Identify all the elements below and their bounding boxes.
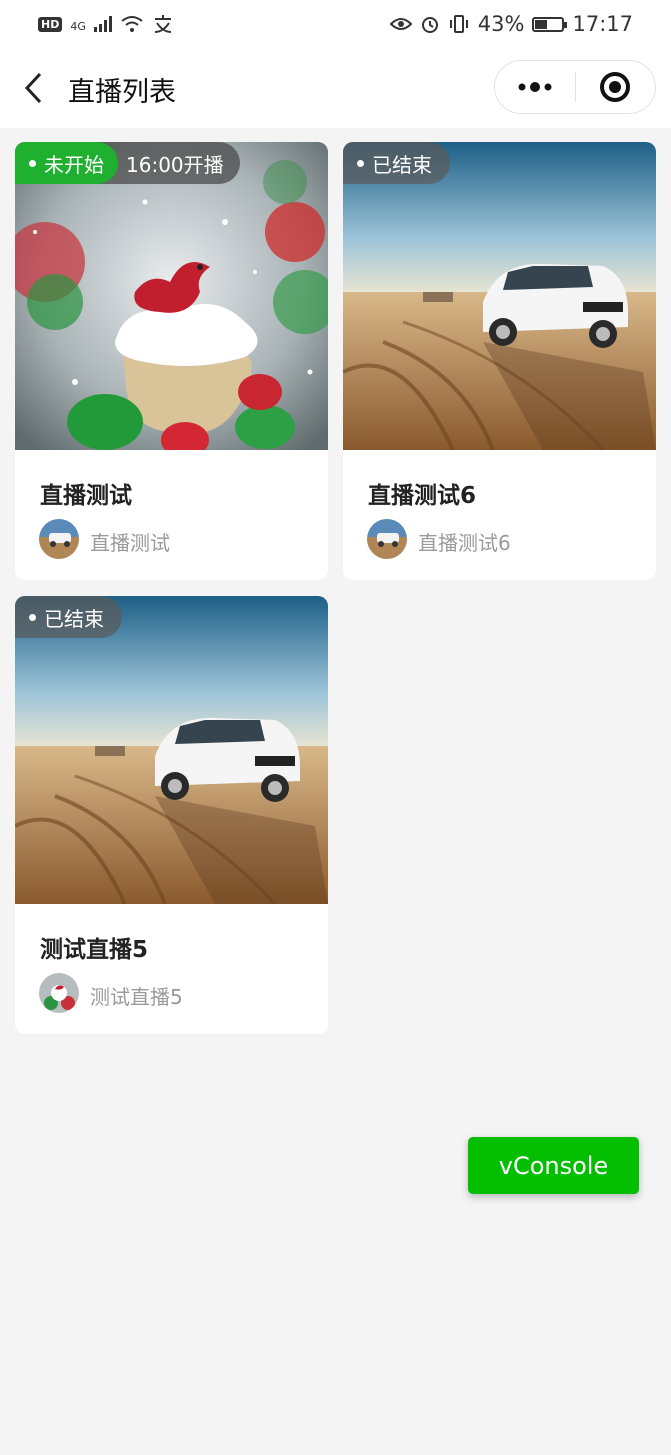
status-text: 未开始 <box>44 152 104 177</box>
anchor-avatar <box>39 519 79 559</box>
anchor-avatar <box>39 973 79 1013</box>
pay-icon <box>154 15 171 33</box>
anchor-name: 直播测试6 <box>418 531 511 555</box>
status-badge: 未开始 16:00开播 <box>15 142 240 184</box>
live-title: 直播测试 <box>40 483 132 509</box>
anchor-avatar <box>367 519 407 559</box>
eye-icon <box>389 18 412 30</box>
vibrate-icon <box>449 15 468 33</box>
close-button[interactable] <box>576 60 655 114</box>
status-dot-icon <box>357 159 364 167</box>
live-card[interactable]: 已结束 测试直播5 测试直播5 <box>15 596 328 1034</box>
target-close-icon <box>600 72 631 102</box>
live-card[interactable]: 已结束 直播测试6 直播测试6 <box>343 142 656 580</box>
status-text: 已结束 <box>372 152 432 177</box>
status-badge: 已结束 <box>15 596 122 638</box>
status-dot-icon <box>29 613 36 621</box>
battery-percent: 43% <box>477 12 525 36</box>
clock: 17:17 <box>572 12 633 36</box>
chevron-left-icon[interactable] <box>22 72 46 104</box>
status-dot-icon <box>29 159 36 167</box>
wifi-icon <box>121 16 143 32</box>
battery-icon <box>532 16 568 32</box>
anchor-name: 测试直播5 <box>90 985 183 1009</box>
page-title: 直播列表 <box>68 77 176 108</box>
live-title: 测试直播5 <box>40 937 149 963</box>
white-suv-desert-image <box>15 596 328 904</box>
miniprogram-capsule <box>494 60 656 114</box>
white-suv-desert-image <box>343 142 656 450</box>
signal-icon <box>93 16 112 32</box>
live-card[interactable]: 未开始 16:00开播 直播测试 直播测试 <box>15 142 328 580</box>
status-text: 已结束 <box>44 606 104 631</box>
start-time: 16:00开播 <box>126 152 224 177</box>
status-upcoming-label: 未开始 <box>15 142 118 184</box>
status-badge: 已结束 <box>343 142 450 184</box>
live-title: 直播测试6 <box>368 483 477 509</box>
cookie-dessert-image <box>15 142 328 450</box>
status-bar-left: HD 4G <box>38 14 174 34</box>
alarm-icon <box>421 17 438 33</box>
more-dots-icon <box>518 82 552 92</box>
more-button[interactable] <box>495 60 575 114</box>
hd-icon: HD <box>38 16 63 32</box>
network-type: 4G <box>70 20 86 33</box>
anchor-name: 直播测试 <box>90 531 170 555</box>
vconsole-button[interactable]: vConsole <box>468 1137 639 1194</box>
nav-bar: 直播列表 <box>0 48 671 128</box>
status-bar-right: 43% 17:17 <box>389 12 633 36</box>
status-bar: HD 4G 43% 17:17 <box>0 0 671 48</box>
